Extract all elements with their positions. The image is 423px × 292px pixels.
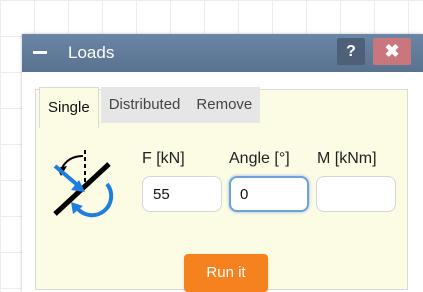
loads-dialog: Loads ? ✖ Single Distributed Remove F [k… xyxy=(22,34,423,292)
tab-distributed[interactable]: Distributed xyxy=(100,87,189,123)
dialog-titlebar[interactable]: Loads ? ✖ xyxy=(22,34,423,72)
close-button[interactable]: ✖ xyxy=(373,38,411,65)
tab-remove[interactable]: Remove xyxy=(188,87,261,123)
tab-single[interactable]: Single xyxy=(39,87,99,128)
load-icon xyxy=(53,150,114,218)
angle-input[interactable] xyxy=(229,176,309,212)
run-button[interactable]: Run it xyxy=(184,254,268,292)
force-label: F [kN] xyxy=(142,150,185,167)
moment-input[interactable] xyxy=(316,176,396,212)
angle-label: Angle [°] xyxy=(229,150,290,167)
help-button[interactable]: ? xyxy=(337,38,365,65)
minimize-icon[interactable] xyxy=(33,51,47,54)
force-input[interactable] xyxy=(142,176,222,212)
dialog-title: Loads xyxy=(68,43,115,62)
tab-bar: Single Distributed Remove xyxy=(39,87,261,128)
moment-label: M [kNm] xyxy=(317,150,377,167)
